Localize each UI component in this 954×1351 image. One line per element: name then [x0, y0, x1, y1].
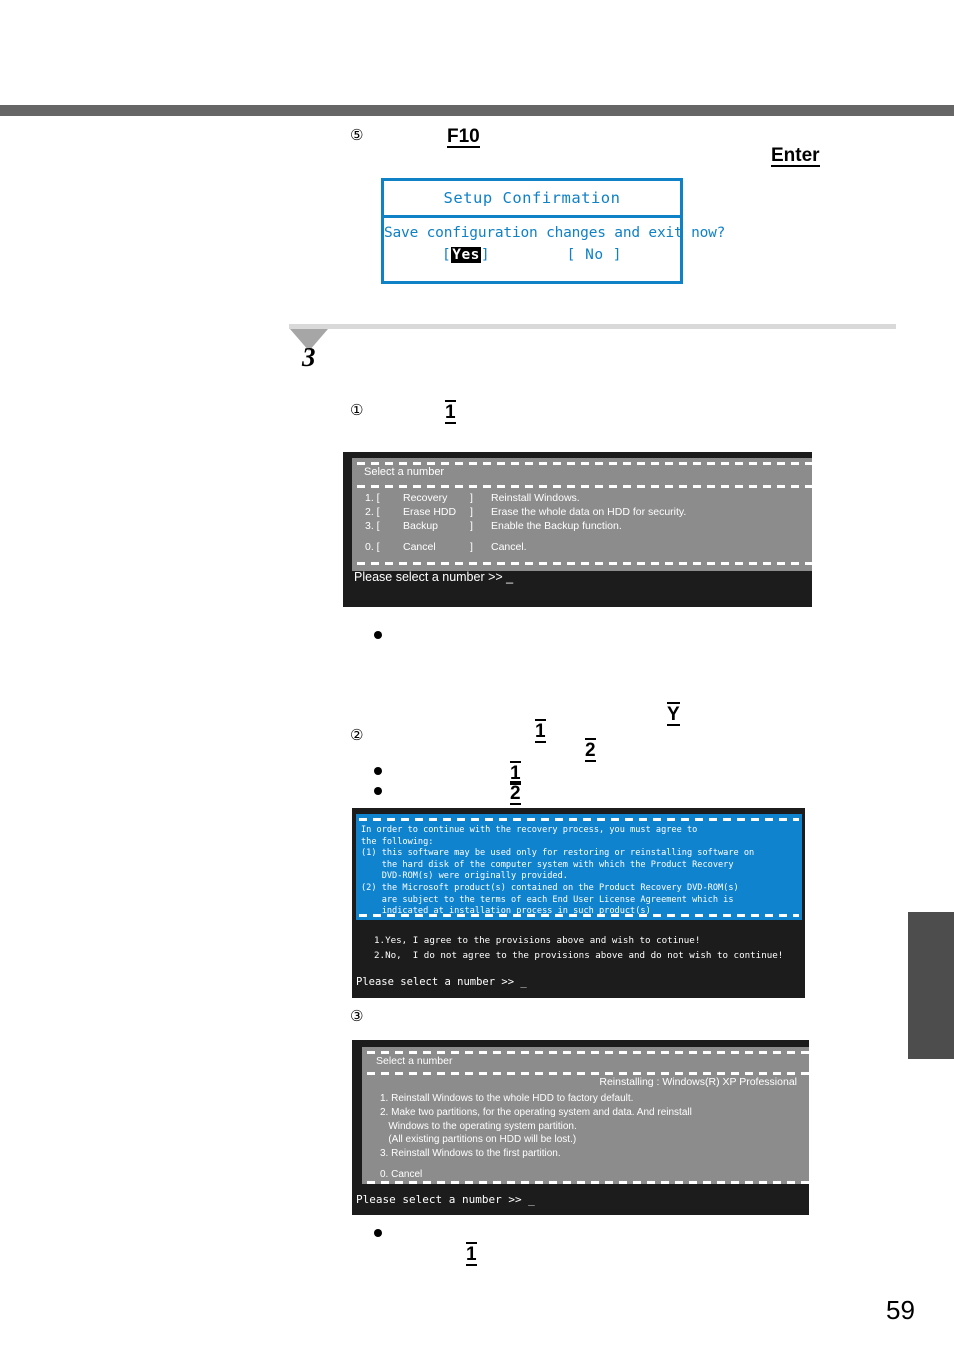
option-0-cancel[interactable]: 0. Cancel: [380, 1169, 422, 1180]
license-line: (1) this software may be used only for r…: [361, 848, 755, 859]
license-line: (2) the Microsoft product(s) contained o…: [361, 882, 739, 893]
yes-label: Yes: [451, 247, 481, 263]
option-2-note: (All existing partitions on HDD will be …: [380, 1134, 577, 1145]
option-1[interactable]: 1. Reinstall Windows to the whole HDD to…: [380, 1093, 633, 1104]
section-divider: [289, 324, 896, 329]
dashed-rule-mid: [367, 1072, 809, 1075]
option-3[interactable]: 3. Reinstall Windows to the first partit…: [380, 1148, 561, 1159]
license-prompt[interactable]: Please select a number >> _: [356, 976, 527, 988]
bullet-point: [374, 631, 382, 639]
section-number: 3: [302, 342, 316, 372]
screenshot-main-menu: Select a number 1. [ Recovery ] Reinstal…: [343, 452, 812, 607]
menu-row-0-desc: Cancel.: [491, 541, 527, 553]
dashed-rule-bottom: [357, 562, 812, 565]
menu-row-3-name: Backup: [403, 520, 439, 532]
dashed-rule-top: [359, 818, 799, 821]
bullet-point: [374, 787, 382, 795]
page-header-band: [0, 105, 954, 116]
menu-row-2-num: 2. [: [365, 506, 380, 518]
yes-button[interactable]: [Yes]: [442, 247, 490, 263]
menu-prompt[interactable]: Please select a number >> _: [354, 570, 513, 584]
dashed-rule-bottom: [359, 914, 799, 917]
setup-confirmation-dialog: Setup Confirmation Save configuration ch…: [381, 178, 726, 284]
menu-row-1-desc: Reinstall Windows.: [491, 492, 580, 504]
license-line: DVD-ROM(s) were originally provided.: [361, 871, 568, 882]
bullet-point: [374, 1229, 382, 1237]
menu-header: Select a number: [364, 466, 445, 478]
step-marker-1: ①: [350, 401, 364, 419]
key-enter: Enter: [771, 145, 820, 167]
menu-row-2-close: ]: [470, 506, 473, 518]
license-line: the following:: [361, 836, 434, 847]
manual-page: ⑤ F10 Enter Setup Confirmation Save conf…: [0, 0, 954, 1351]
key-2-second: 2: [585, 738, 596, 762]
option-2-cont: Windows to the operating system partitio…: [380, 1121, 577, 1132]
step-marker-2: ②: [350, 726, 364, 744]
dashed-rule-bottom: [367, 1181, 809, 1184]
menu-row-3-desc: Enable the Backup function.: [491, 520, 622, 532]
menu-row-3-close: ]: [470, 520, 473, 532]
key-1-second: 1: [535, 719, 546, 743]
menu-row-0-close: ]: [470, 541, 473, 553]
dashed-rule-top: [367, 1051, 809, 1054]
key-1-fourth: 1: [466, 1242, 477, 1266]
menu-row-3-num: 3. [: [365, 520, 380, 532]
page-number: 59: [886, 1295, 915, 1325]
menu-row-2-name: Erase HDD: [403, 506, 457, 518]
license-choice-no[interactable]: 2.No, I do not agree to the provisions a…: [374, 950, 783, 961]
key-y: Y: [667, 702, 680, 726]
bullet-point: [374, 767, 382, 775]
yes-open-bracket: [: [441, 247, 452, 263]
step-marker-3: ③: [350, 1007, 364, 1025]
license-line: are subject to the terms of each End Use…: [361, 894, 734, 905]
screenshot-license-agreement: In order to continue with the recovery p…: [352, 808, 805, 998]
options-subheader: Reinstalling : Windows(R) XP Professiona…: [599, 1076, 797, 1088]
menu-row-1-name: Recovery: [403, 492, 448, 504]
option-2[interactable]: 2. Make two partitions, for the operatin…: [380, 1107, 692, 1118]
menu-row-0-num: 0. [: [365, 541, 380, 553]
screenshot-reinstall-options: Select a number Reinstalling : Windows(R…: [352, 1040, 809, 1215]
license-line: the hard disk of the computer system wit…: [361, 859, 734, 870]
menu-row-1-num: 1. [: [365, 492, 380, 504]
dialog-question: Save configuration changes and exit now?: [384, 225, 726, 241]
options-header: Select a number: [376, 1055, 453, 1067]
dialog-buttons: [Yes] [ No ]: [384, 247, 680, 263]
chapter-side-tab: [908, 912, 954, 1059]
dashed-rule-mid: [357, 485, 812, 488]
key-2-third: 2: [510, 781, 521, 805]
license-choice-yes[interactable]: 1.Yes, I agree to the provisions above a…: [374, 935, 700, 946]
license-line: In order to continue with the recovery p…: [361, 825, 698, 835]
key-1-first: 1: [445, 400, 456, 424]
yes-close-bracket: ]: [480, 247, 491, 263]
key-f10: F10: [447, 126, 480, 148]
no-button[interactable]: [ No ]: [567, 247, 622, 263]
menu-row-1-close: ]: [470, 492, 473, 504]
menu-row-0-name: Cancel: [403, 541, 436, 553]
menu-row-2-desc: Erase the whole data on HDD for security…: [491, 506, 687, 518]
options-prompt[interactable]: Please select a number >> _: [356, 1193, 535, 1206]
step-marker-5: ⑤: [350, 126, 364, 144]
license-body: In order to continue with the recovery p…: [361, 825, 754, 918]
dashed-rule-top: [357, 462, 812, 465]
dialog-title: Setup Confirmation: [384, 181, 680, 218]
